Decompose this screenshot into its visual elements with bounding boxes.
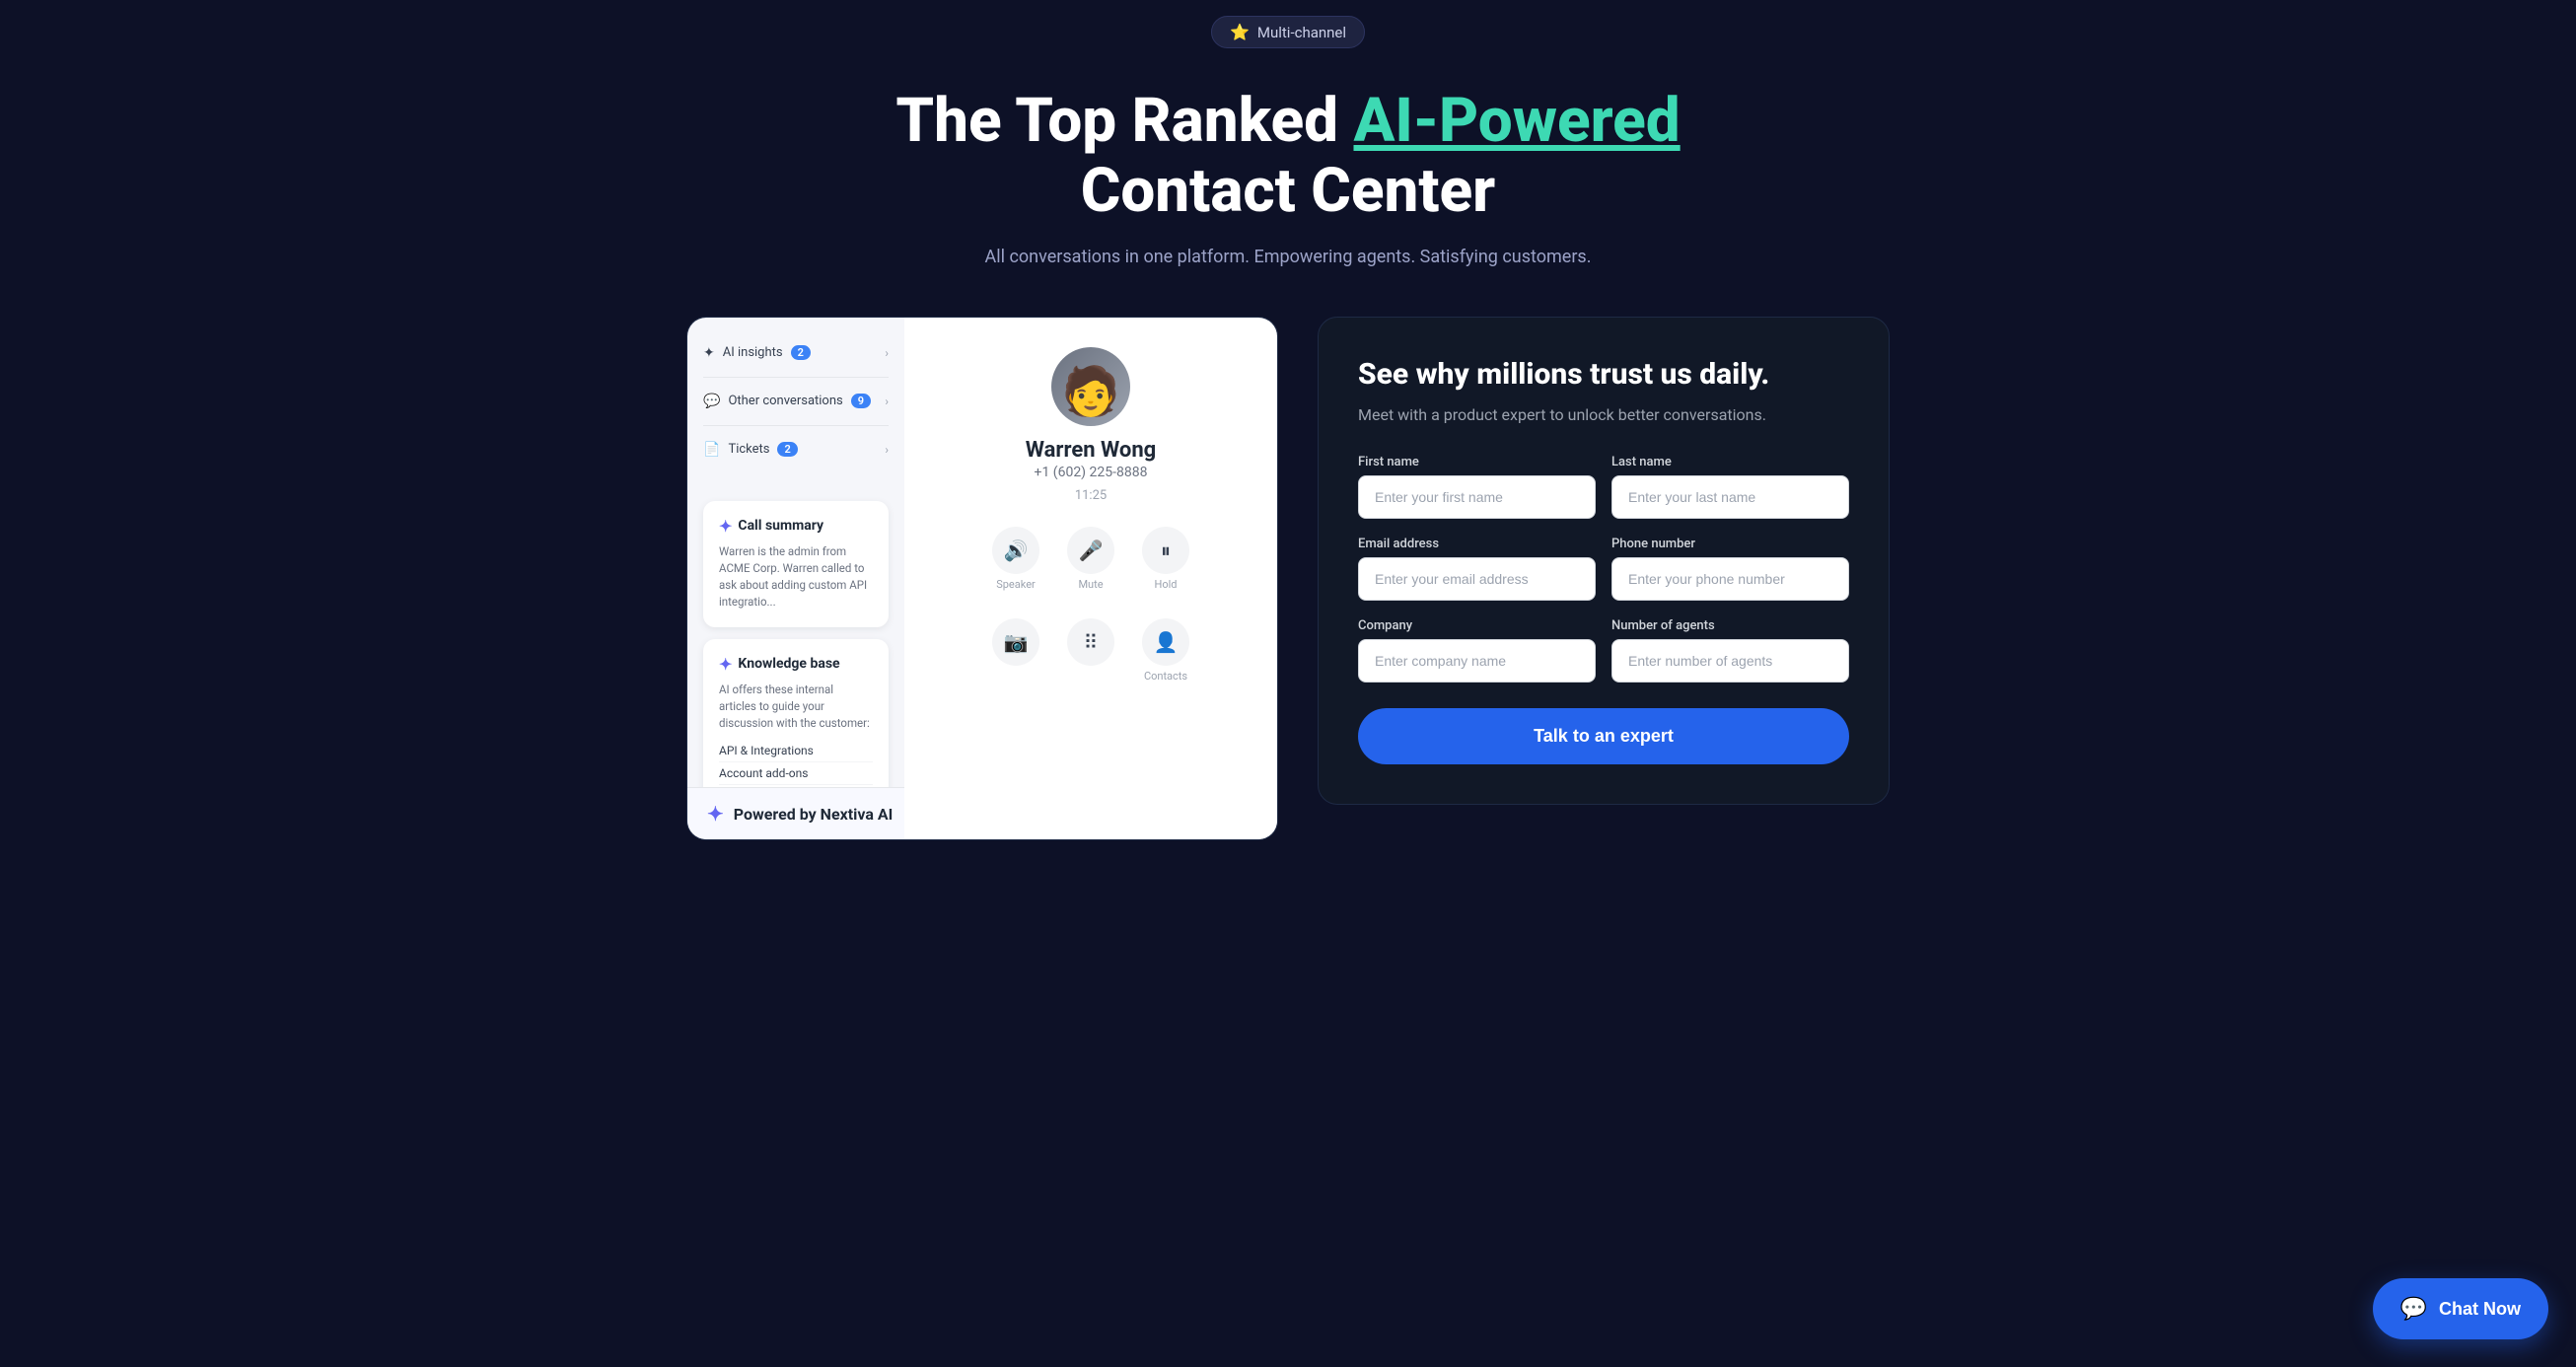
chevron-right-icon: › bbox=[885, 346, 889, 360]
phone-field: Phone number bbox=[1611, 537, 1849, 601]
form-subheading: Meet with a product expert to unlock bet… bbox=[1358, 403, 1849, 427]
video-btn-group: 📷 bbox=[992, 618, 1039, 683]
conversations-badge: 9 bbox=[851, 394, 871, 408]
call-summary-title: ✦ Call summary bbox=[719, 517, 873, 536]
email-input[interactable] bbox=[1358, 557, 1596, 601]
chevron-right-icon: › bbox=[885, 443, 889, 457]
sidebar-item-left: 💬 Other conversations 9 bbox=[703, 394, 871, 409]
last-name-label: Last name bbox=[1611, 455, 1849, 469]
list-item: API & Integrations bbox=[719, 740, 873, 762]
mockup-inner: ✦ AI insights 2 › 💬 Other conversations … bbox=[687, 318, 1277, 840]
contact-phone: +1 (602) 225-8888 bbox=[1035, 465, 1148, 480]
main-content: ✦ AI insights 2 › 💬 Other conversations … bbox=[598, 277, 1978, 900]
first-name-label: First name bbox=[1358, 455, 1596, 469]
phone-panel: 🧑 Warren Wong +1 (602) 225-8888 11:25 🔊 … bbox=[904, 318, 1277, 840]
tickets-badge: 2 bbox=[777, 442, 797, 457]
sidebar-item-left: 📄 Tickets 2 bbox=[703, 442, 798, 458]
speaker-btn-group: 🔊 Speaker bbox=[992, 527, 1039, 591]
form-panel: See why millions trust us daily. Meet wi… bbox=[1318, 317, 1890, 805]
speaker-label: Speaker bbox=[996, 578, 1036, 591]
call-summary-card: ✦ Call summary Warren is the admin from … bbox=[703, 501, 889, 627]
top-badge-container: ⭐ Multi-channel bbox=[0, 0, 2576, 56]
chat-now-label: Chat Now bbox=[2439, 1299, 2521, 1320]
company-label: Company bbox=[1358, 618, 1596, 633]
hero-title-plain: The Top Ranked bbox=[895, 85, 1353, 157]
phone-controls-row1: 🔊 Speaker 🎤 Mute ⏸ Hold bbox=[992, 527, 1189, 591]
tickets-icon: 📄 bbox=[703, 442, 720, 458]
contact-avatar: 🧑 bbox=[1051, 347, 1130, 426]
speaker-button[interactable]: 🔊 bbox=[992, 527, 1039, 574]
last-name-input[interactable] bbox=[1611, 475, 1849, 519]
chat-now-button[interactable]: 💬 Chat Now bbox=[2373, 1278, 2548, 1339]
nextiva-ai-icon: ✦ bbox=[707, 802, 724, 826]
sidebar-item-other-conversations[interactable]: 💬 Other conversations 9 › bbox=[687, 382, 904, 421]
other-conversations-label: Other conversations bbox=[728, 394, 842, 408]
tickets-label: Tickets bbox=[728, 442, 769, 457]
mockup-sidebar: ✦ AI insights 2 › 💬 Other conversations … bbox=[687, 318, 904, 485]
contacts-label: Contacts bbox=[1144, 670, 1187, 683]
contact-name: Warren Wong bbox=[1026, 438, 1157, 463]
ai-insights-icon: ✦ bbox=[703, 345, 715, 361]
first-name-input[interactable] bbox=[1358, 475, 1596, 519]
ai-insights-badge: 2 bbox=[791, 345, 811, 360]
sparkle-icon: ✦ bbox=[719, 655, 732, 674]
chevron-right-icon: › bbox=[885, 395, 889, 408]
company-input[interactable] bbox=[1358, 639, 1596, 683]
form-heading: See why millions trust us daily. bbox=[1358, 357, 1849, 392]
form-row-name: First name Last name bbox=[1358, 455, 1849, 519]
mute-label: Mute bbox=[1078, 578, 1103, 591]
hold-btn-group: ⏸ Hold bbox=[1142, 527, 1189, 591]
sparkle-icon: ✦ bbox=[719, 517, 732, 536]
dialpad-btn-group: ⠿ bbox=[1067, 618, 1114, 683]
agents-field: Number of agents bbox=[1611, 618, 1849, 683]
divider bbox=[703, 425, 889, 426]
call-time: 11:25 bbox=[1075, 488, 1107, 503]
ai-insights-label: AI insights bbox=[723, 345, 783, 360]
hero-section: The Top Ranked AI-PoweredContact Center … bbox=[0, 56, 2576, 277]
sidebar-item-left: ✦ AI insights 2 bbox=[703, 345, 811, 361]
contacts-btn-group: 👤 Contacts bbox=[1142, 618, 1189, 683]
conversations-icon: 💬 bbox=[703, 394, 720, 409]
form-row-company: Company Number of agents bbox=[1358, 618, 1849, 683]
ui-mockup-panel: ✦ AI insights 2 › 💬 Other conversations … bbox=[686, 317, 1278, 841]
mute-btn-group: 🎤 Mute bbox=[1067, 527, 1114, 591]
agents-input[interactable] bbox=[1611, 639, 1849, 683]
star-icon: ⭐ bbox=[1230, 23, 1250, 41]
phone-label: Phone number bbox=[1611, 537, 1849, 551]
powered-by-label: Powered by Nextiva AI bbox=[734, 805, 894, 824]
knowledge-base-title: ✦ Knowledge base bbox=[719, 655, 873, 674]
sidebar-item-tickets[interactable]: 📄 Tickets 2 › bbox=[687, 430, 904, 469]
badge-label: Multi-channel bbox=[1257, 24, 1346, 41]
hero-title-highlight: AI-Powered bbox=[1353, 85, 1680, 157]
list-item: Account add-ons bbox=[719, 762, 873, 785]
divider bbox=[703, 377, 889, 378]
agents-label: Number of agents bbox=[1611, 618, 1849, 633]
knowledge-base-intro: AI offers these internal articles to gui… bbox=[719, 682, 873, 733]
talk-to-expert-button[interactable]: Talk to an expert bbox=[1358, 708, 1849, 764]
phone-input[interactable] bbox=[1611, 557, 1849, 601]
form-row-contact: Email address Phone number bbox=[1358, 537, 1849, 601]
hero-title: The Top Ranked AI-PoweredContact Center bbox=[20, 86, 2556, 227]
last-name-field: Last name bbox=[1611, 455, 1849, 519]
dialpad-button[interactable]: ⠿ bbox=[1067, 618, 1114, 666]
avatar-face: 🧑 bbox=[1061, 368, 1120, 415]
call-summary-text: Warren is the admin from ACME Corp. Warr… bbox=[719, 543, 873, 612]
video-button[interactable]: 📷 bbox=[992, 618, 1039, 666]
company-field: Company bbox=[1358, 618, 1596, 683]
email-label: Email address bbox=[1358, 537, 1596, 551]
mockup-left-col: ✦ AI insights 2 › 💬 Other conversations … bbox=[687, 318, 904, 840]
mute-button[interactable]: 🎤 bbox=[1067, 527, 1114, 574]
contacts-button[interactable]: 👤 bbox=[1142, 618, 1189, 666]
hero-subtitle: All conversations in one platform. Empow… bbox=[20, 247, 2556, 267]
first-name-field: First name bbox=[1358, 455, 1596, 519]
multichannel-badge: ⭐ Multi-channel bbox=[1211, 16, 1365, 48]
chat-bubble-icon: 💬 bbox=[2400, 1296, 2427, 1322]
hold-label: Hold bbox=[1155, 578, 1178, 591]
hold-button[interactable]: ⏸ bbox=[1142, 527, 1189, 574]
sidebar-item-ai-insights[interactable]: ✦ AI insights 2 › bbox=[687, 333, 904, 373]
email-field: Email address bbox=[1358, 537, 1596, 601]
phone-controls-row2: 📷 ⠿ 👤 Contacts bbox=[992, 618, 1189, 683]
